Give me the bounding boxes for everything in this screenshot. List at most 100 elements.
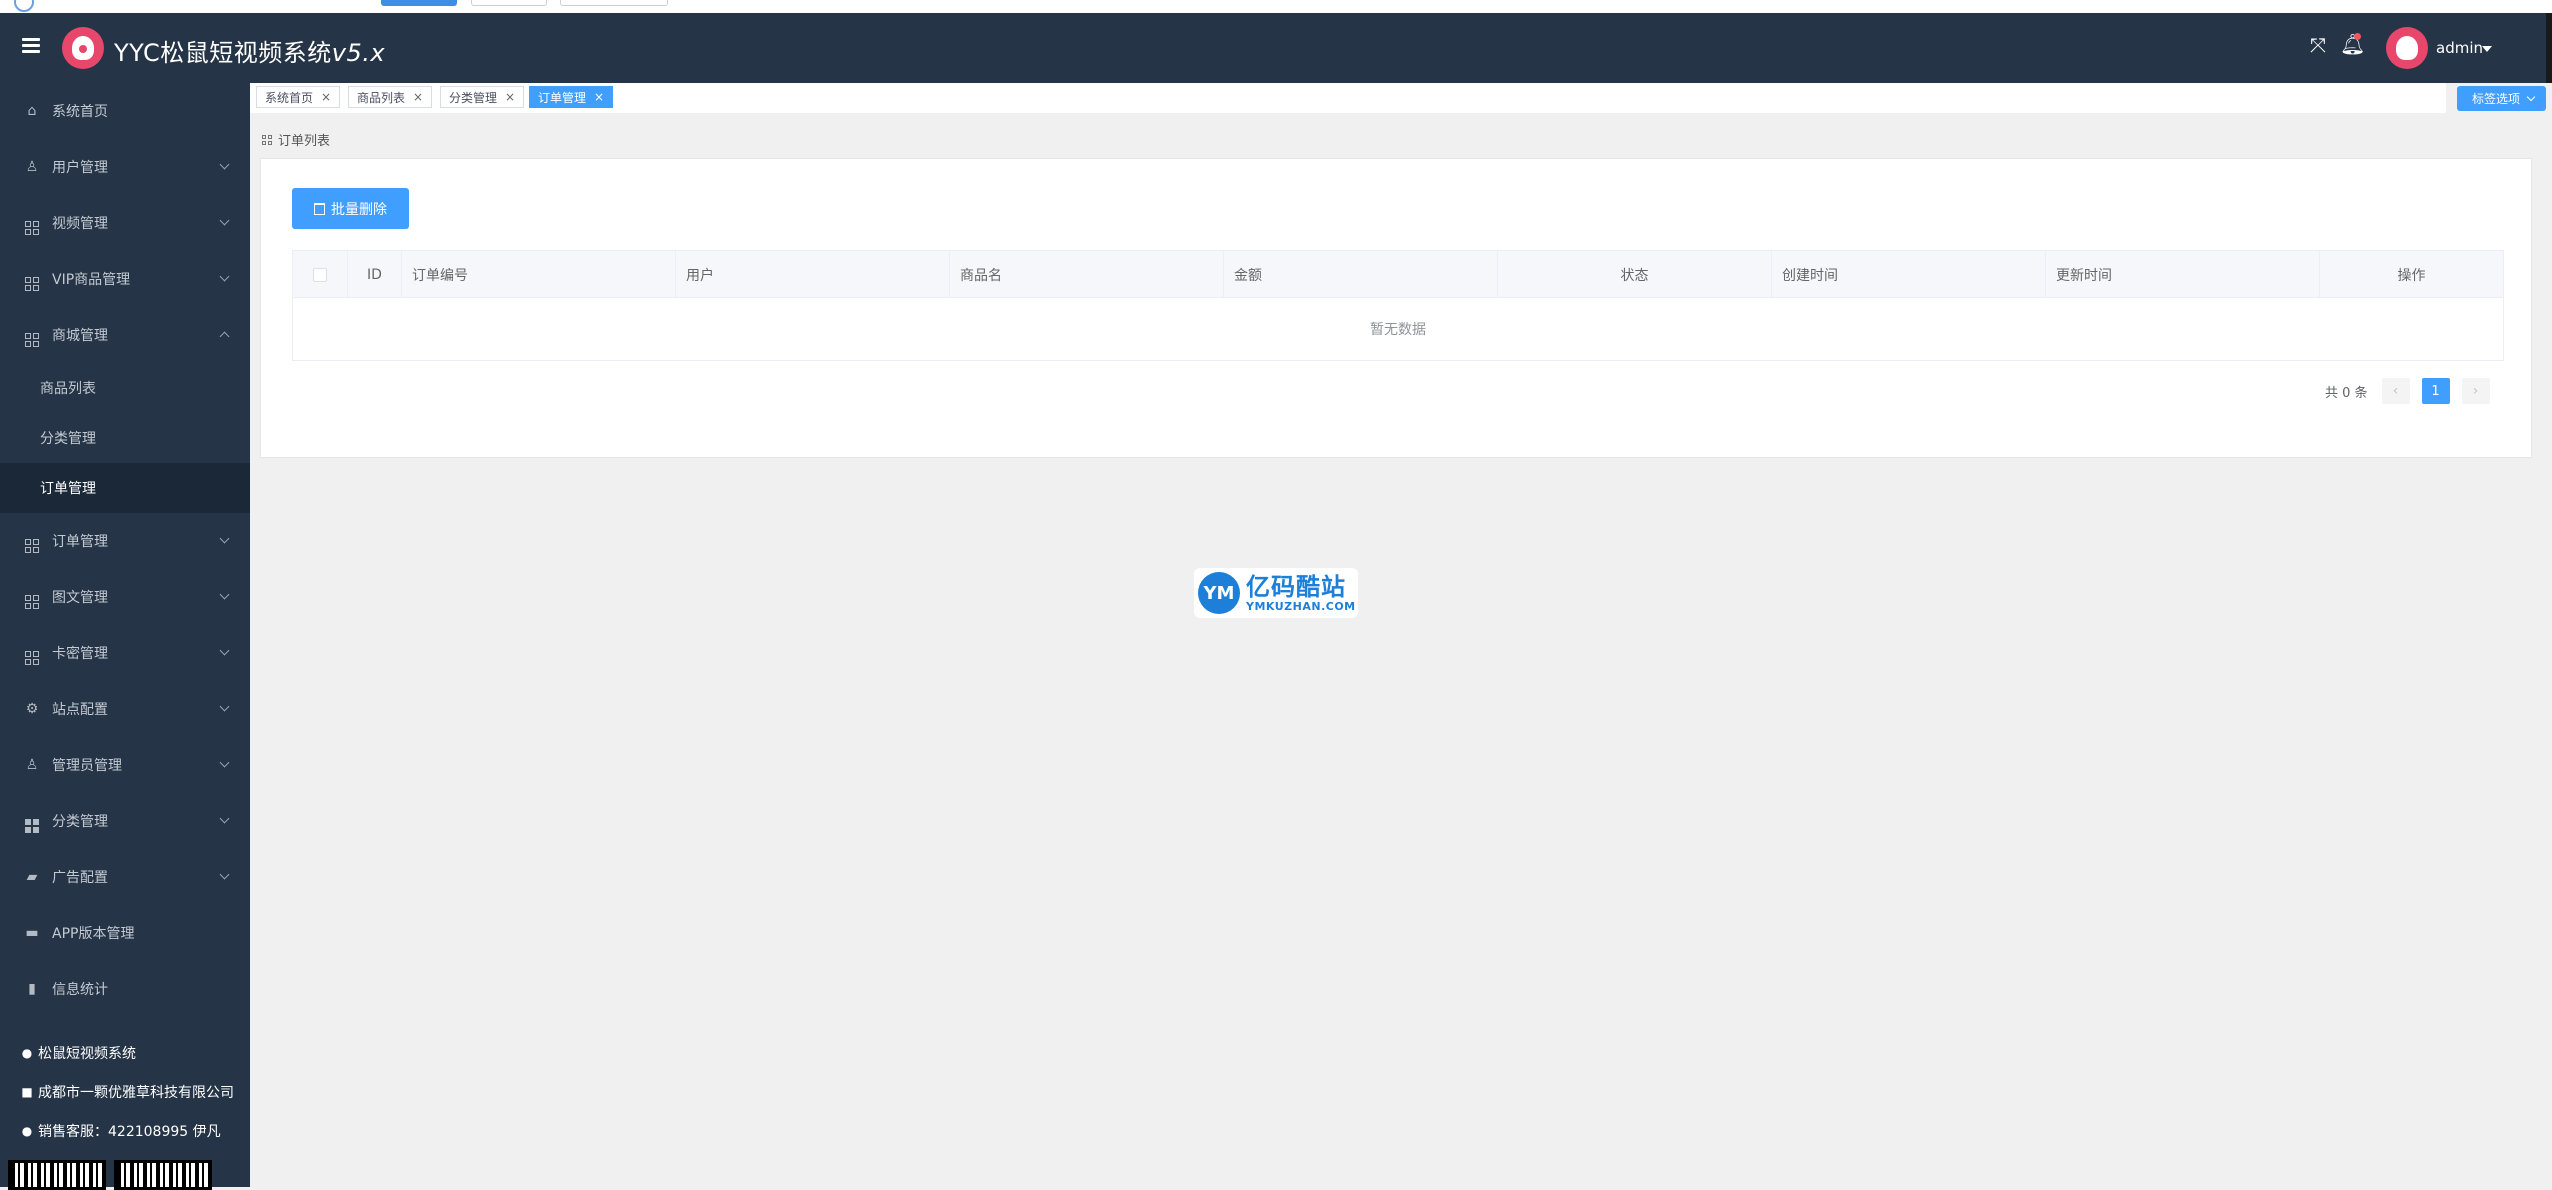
orders-table: ID 订单编号 用户 商品名 金额 状态 创建时间 更新时间 操作 暂无数据 (292, 250, 2504, 361)
tab-options-button[interactable]: 标签选项 (2457, 86, 2546, 111)
watermark-logo: YM 亿码酷站 YMKUZHAN.COM (1194, 568, 1358, 618)
sidebar-item-app-version[interactable]: ▬ APP版本管理 (0, 905, 250, 961)
tab-label: 商品列表 (357, 90, 406, 105)
close-icon[interactable]: × (594, 90, 604, 104)
browser-button-primary[interactable] (381, 0, 457, 6)
footer-contact-line: ● 销售客服：422108995 伊凡 (0, 1111, 250, 1150)
sidebar-item-site-config[interactable]: ⚙ 站点配置 (0, 681, 250, 737)
close-icon[interactable]: × (321, 90, 331, 104)
user-name[interactable]: admin (2436, 39, 2483, 57)
column-header-product-name[interactable]: 商品名 (950, 251, 1224, 298)
column-header-status[interactable]: 状态 (1498, 251, 1772, 298)
bag-icon: ▰ (26, 869, 38, 885)
page-title-text: 订单列表 (278, 134, 331, 149)
chevron-down-icon (2526, 92, 2536, 101)
sidebar-item-label: 分类管理 (52, 814, 108, 830)
chevron-down-icon (219, 271, 230, 282)
chevron-down-icon (219, 813, 230, 824)
sidebar-item-articles[interactable]: 图文管理 (0, 569, 250, 625)
grid-icon (24, 589, 40, 609)
avatar[interactable] (2386, 27, 2428, 69)
user-icon: ● (21, 1123, 33, 1138)
page-title: 订单列表 (262, 130, 330, 149)
column-header-order-no[interactable]: 订单编号 (402, 251, 676, 298)
hamburger-menu-icon[interactable] (22, 38, 40, 53)
column-header-actions: 操作 (2397, 267, 2426, 284)
pagination-total: 共 0 条 (2325, 385, 2368, 401)
column-header-updated-at[interactable]: 更新时间 (2046, 251, 2320, 298)
grid-icon (24, 327, 40, 347)
column-header-user[interactable]: 用户 (676, 251, 950, 298)
grid-icon (24, 271, 40, 291)
sidebar-item-ads[interactable]: ▰ 广告配置 (0, 849, 250, 905)
sidebar-item-label: 用户管理 (52, 160, 108, 176)
table-header: ID 订单编号 用户 商品名 金额 状态 创建时间 更新时间 操作 (293, 251, 2503, 298)
top-header: YYC松鼠短视频系统v5.x ⤧ 🔔︎ admin (0, 13, 2546, 83)
pagination-next-button[interactable]: › (2461, 378, 2490, 404)
app-title: YYC松鼠短视频系统v5.x (114, 33, 385, 68)
close-icon[interactable]: × (413, 90, 423, 104)
select-all-checkbox[interactable] (313, 267, 327, 282)
sidebar-item-videos[interactable]: 视频管理 (0, 195, 250, 251)
sidebar-item-label: 广告配置 (52, 870, 108, 886)
sidebar-item-statistics[interactable]: ▮ 信息统计 (0, 961, 250, 1017)
sidebar-subitem-category[interactable]: 分类管理 (0, 413, 250, 463)
browser-button[interactable] (471, 0, 547, 6)
pagination-page-1[interactable]: 1 (2421, 378, 2450, 404)
window-edge (2546, 13, 2552, 83)
sidebar-subitem-orders[interactable]: 订单管理 (0, 463, 250, 513)
grid-icon (24, 533, 40, 553)
column-header-created-at[interactable]: 创建时间 (1772, 251, 2046, 298)
sidebar-item-users[interactable]: ♙ 用户管理 (0, 139, 250, 195)
sidebar-item-vip-products[interactable]: VIP商品管理 (0, 251, 250, 307)
tab-orders[interactable]: 订单管理 × (529, 86, 614, 108)
sidebar-item-label: 视频管理 (52, 216, 108, 232)
batch-delete-label: 批量删除 (331, 201, 387, 218)
sidebar-item-card-keys[interactable]: 卡密管理 (0, 625, 250, 681)
watermark-text: 亿码酷站 YMKUZHAN.COM (1246, 574, 1356, 613)
sidebar-item-label: APP版本管理 (52, 926, 135, 942)
tab-home[interactable]: 系统首页 × (256, 86, 341, 108)
admin-user-icon: ♙ (25, 757, 39, 773)
info-icon: ● (21, 1045, 33, 1060)
tab-label: 订单管理 (538, 90, 587, 105)
close-icon[interactable]: × (505, 90, 515, 104)
chevron-down-icon (219, 589, 230, 600)
tab-product-list[interactable]: 商品列表 × (348, 86, 433, 108)
tab-options-label: 标签选项 (2472, 92, 2521, 106)
fullscreen-icon[interactable]: ⤧ (2308, 35, 2328, 55)
sidebar-subitem-product-list[interactable]: 商品列表 (0, 363, 250, 413)
sidebar-item-label: 订单管理 (52, 534, 108, 550)
batch-delete-button[interactable]: 批量删除 (292, 188, 409, 229)
grid-solid-icon (24, 813, 40, 833)
sidebar-item-label: 系统首页 (52, 104, 108, 120)
bar-chart-icon: ▮ (28, 981, 36, 997)
sidebar-item-label: 管理员管理 (52, 758, 122, 774)
select-all-cell (293, 251, 348, 298)
footer-company: 成都市一颗优雅草科技有限公司 (38, 1084, 234, 1101)
sidebar-item-orders[interactable]: 订单管理 (0, 513, 250, 569)
sidebar-item-label: 站点配置 (52, 702, 108, 718)
trash-icon (314, 202, 325, 215)
tab-category[interactable]: 分类管理 × (440, 86, 525, 108)
chevron-down-icon (219, 645, 230, 656)
footer-company-line: ■ 成都市一颗优雅草科技有限公司 (0, 1072, 250, 1111)
bell-icon[interactable]: 🔔︎ (2340, 33, 2365, 57)
browser-button[interactable] (560, 0, 668, 6)
column-header-id[interactable]: ID (348, 251, 402, 298)
column-header-amount[interactable]: 金额 (1224, 251, 1498, 298)
sidebar-item-categories[interactable]: 分类管理 (0, 793, 250, 849)
sidebar-item-home[interactable]: ⌂ 系统首页 (0, 83, 250, 139)
sidebar-item-mall[interactable]: 商城管理 (0, 307, 250, 363)
home-icon: ⌂ (27, 103, 37, 119)
sidebar-item-admins[interactable]: ♙ 管理员管理 (0, 737, 250, 793)
briefcase-icon: ▬ (25, 925, 39, 941)
caret-down-icon[interactable] (2482, 46, 2492, 52)
qr-code-image (8, 1160, 106, 1190)
grid-icon (262, 134, 272, 145)
pagination-prev-button[interactable]: ‹ (2381, 378, 2410, 404)
watermark-en: YMKUZHAN.COM (1246, 599, 1356, 613)
chevron-down-icon (219, 757, 230, 768)
tab-label: 分类管理 (449, 90, 498, 105)
chevron-down-icon (219, 159, 230, 170)
